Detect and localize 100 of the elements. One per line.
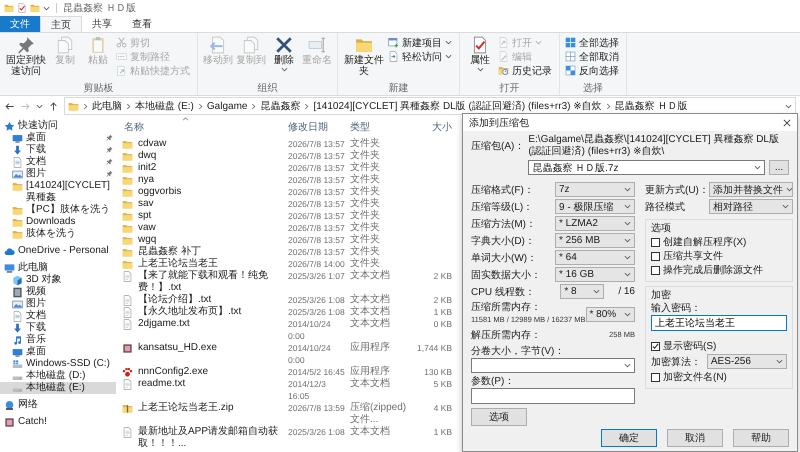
nav-item[interactable]: 【PC】肢体を洗う (0, 204, 116, 216)
nav-item[interactable]: 文档 (0, 156, 116, 168)
browse-button[interactable]: ... (769, 160, 789, 175)
ribbon-button[interactable]: 全部选择 (565, 36, 621, 49)
modified-date: 2014/12/3 16:05 (288, 378, 327, 402)
file-name[interactable]: oggvorbis (138, 186, 284, 198)
nav-item[interactable]: 文档 (0, 310, 116, 322)
password-field[interactable]: 上老王论坛当老王 (651, 315, 787, 331)
checkbox[interactable] (651, 238, 660, 246)
ribbon-button[interactable]: 反向选择 (565, 64, 621, 77)
ribbon-button[interactable]: 新建项目 (388, 36, 454, 49)
breadcrumb[interactable]: Galgame (206, 100, 248, 112)
column-header[interactable]: 修改日期 (288, 122, 346, 134)
file-name[interactable]: nya (138, 174, 284, 186)
nav-item[interactable]: 此电脑 (0, 262, 116, 274)
ribbon-button[interactable]: 属性 (465, 35, 495, 83)
ribbon-button[interactable]: 新建文件夹 (343, 35, 385, 83)
column-header[interactable]: 名称 (122, 122, 284, 134)
ribbon-tab[interactable]: 查看 (122, 16, 162, 32)
file-name[interactable]: dwq (138, 150, 284, 162)
file-name[interactable]: 最新地址及APP请发邮箱自动获取！！！... (138, 426, 284, 450)
nav-item[interactable]: 网络 (0, 399, 116, 411)
nav-item[interactable]: 视频 (0, 286, 116, 298)
dropdown[interactable]: * 256 MB (555, 233, 635, 248)
checkbox[interactable] (651, 252, 660, 260)
dropdown[interactable]: 9 - 极限压缩 (555, 199, 635, 214)
file-name[interactable]: nnnConfig2.exe (138, 366, 284, 378)
nav-item[interactable]: OneDrive - Personal (0, 245, 116, 257)
nav-item[interactable]: Downloads (0, 216, 116, 228)
dialog-button[interactable]: 帮助 (733, 429, 789, 447)
file-name[interactable]: sav (138, 198, 284, 210)
options-button[interactable]: 选项 (471, 408, 527, 426)
file-name[interactable]: 2djgame.txt (138, 318, 284, 330)
file-name[interactable]: 上老王论坛当老王 (138, 258, 284, 270)
dialog-button[interactable]: 确定 (601, 429, 657, 447)
file-name[interactable]: 【永久地址发布页】.txt (138, 306, 284, 318)
checkbox[interactable] (651, 372, 660, 382)
dropdown[interactable]: 昆蟲姦察 ＨＤ版.7z (528, 160, 765, 175)
breadcrumb[interactable]: 昆蟲姦察 (260, 99, 300, 113)
nav-item[interactable]: 3D 对象 (0, 274, 116, 286)
file-name[interactable]: kansatsu_HD.exe (138, 342, 284, 354)
file-name[interactable]: readme.txt (138, 378, 284, 390)
nav-item[interactable]: 图片 (0, 168, 116, 180)
nav-item[interactable]: 图片 (0, 298, 116, 310)
dropdown[interactable]: 添加并替换文件 (708, 182, 793, 197)
nav-item[interactable]: 快速访问 (0, 120, 116, 132)
nav-item[interactable]: 肢体を洗う (0, 228, 116, 240)
file-name[interactable]: init2 (138, 162, 284, 174)
nav-item[interactable]: 本地磁盘 (E:) (0, 382, 116, 394)
column-header[interactable]: 类型 (350, 122, 408, 134)
file-name[interactable]: 上老王论坛当老王.zip (138, 402, 284, 414)
nav-item[interactable]: 下载 (0, 322, 116, 334)
dropdown[interactable]: * 8 (560, 284, 604, 299)
dropdown[interactable]: 7z (555, 182, 635, 197)
nav-item[interactable]: 音乐 (0, 334, 116, 346)
file-name[interactable]: spt (138, 210, 284, 222)
dropdown[interactable]: * 64 (555, 250, 635, 265)
chevron-icon (251, 102, 256, 110)
file-name[interactable]: 【论坛介绍】.txt (138, 294, 284, 306)
ribbon-button[interactable]: 全部取消 (565, 50, 621, 63)
column-header[interactable]: 大小 (412, 122, 452, 134)
dropdown[interactable]: * 16 GB (555, 267, 635, 282)
nav-item[interactable]: Windows-SSD (C:) (0, 358, 116, 370)
file-name[interactable]: 【来了就能下载和观看！纯免费！】.txt (138, 270, 284, 294)
ribbon-tab[interactable]: 文件 (0, 16, 40, 32)
breadcrumb[interactable]: 此电脑 (92, 99, 122, 113)
checkbox[interactable] (651, 266, 660, 274)
checkbox[interactable] (651, 342, 660, 350)
dropdown[interactable]: * LZMA2 (555, 216, 635, 231)
breadcrumb[interactable]: [141024][CYCLET] 異種姦察 DL版 (認証回避済) (files+rr3) ※自炊 (313, 99, 602, 113)
file-name[interactable]: vaw (138, 222, 284, 234)
nav-item[interactable]: 桌面 (0, 346, 116, 358)
move-to-icon (209, 36, 227, 54)
dialog-button[interactable]: 取消 (667, 429, 723, 447)
nav-item[interactable]: 桌面 (0, 132, 116, 144)
back-icon[interactable] (4, 100, 15, 112)
dropdown[interactable]: AES-256 (706, 354, 787, 369)
dropdown[interactable]: * 80% (586, 306, 635, 322)
ribbon-tab[interactable]: 共享 (82, 16, 122, 32)
nav-item[interactable]: Catch! (0, 416, 116, 428)
file-name[interactable]: wgq (138, 234, 284, 246)
caret-icon (782, 203, 789, 210)
ribbon-button[interactable]: 轻松访问 (388, 50, 454, 63)
ribbon-button[interactable]: 历史记录 (498, 64, 554, 77)
file-name[interactable]: cdvaw (138, 138, 284, 150)
close-icon[interactable] (783, 118, 791, 126)
dropdown[interactable] (471, 358, 635, 373)
dropdown[interactable]: 相对路径 (708, 199, 793, 214)
ribbon-button[interactable]: 删除 (269, 35, 299, 83)
nav-item[interactable]: 本地磁盘 (D:) (0, 370, 116, 382)
up-icon[interactable] (48, 100, 59, 112)
cloud-icon (4, 246, 15, 256)
ribbon-tab[interactable]: 主页 (40, 16, 82, 32)
input-field[interactable] (471, 388, 635, 404)
nav-item[interactable]: [141024][CYCLET] 異種姦 (0, 180, 116, 204)
ribbon-button[interactable]: 固定到快速访问 (5, 35, 47, 83)
breadcrumb[interactable]: 昆蟲姦察 ＨＤ版 (614, 99, 688, 113)
file-name[interactable]: 昆蟲姦察 补丁 (138, 246, 284, 258)
breadcrumb[interactable]: 本地磁盘 (E:) (135, 99, 194, 113)
nav-item[interactable]: 下载 (0, 144, 116, 156)
